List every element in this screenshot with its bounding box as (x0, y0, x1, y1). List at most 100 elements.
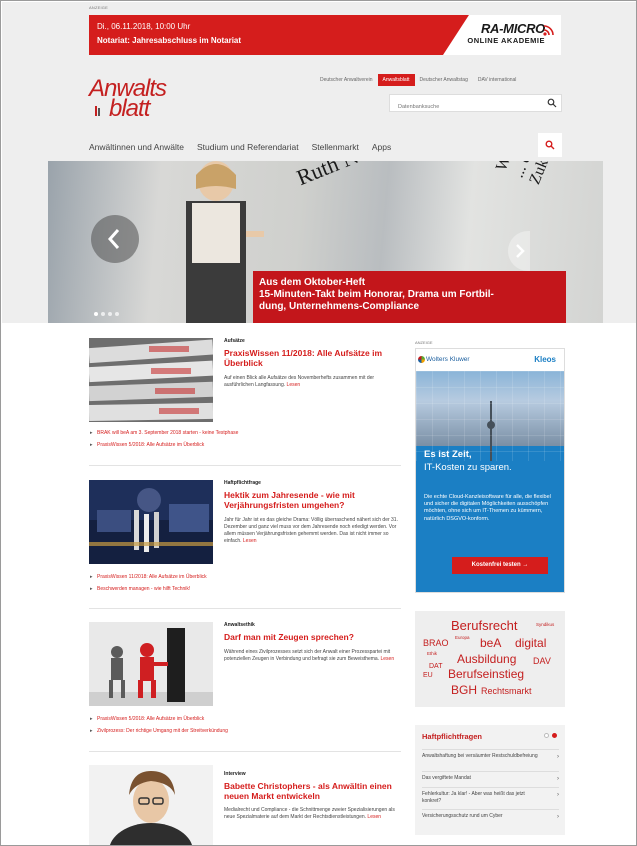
tag[interactable]: Berufseinstieg (448, 668, 524, 680)
tag[interactable]: EU (423, 672, 433, 679)
tag[interactable]: Berufsrecht (451, 619, 517, 632)
slider-next-button[interactable] (508, 231, 530, 271)
haftpflicht-item[interactable]: Versicherungsschutz rund um Cyber › (422, 809, 559, 827)
hero-caption[interactable]: Aus dem Oktober-Heft 15-Minuten-Takt bei… (253, 271, 566, 323)
chevron-right-icon: › (557, 814, 559, 820)
tag[interactable]: beA (480, 637, 501, 649)
haftpflicht-item[interactable]: Anwaltshaftung bei versäumter Restschuld… (422, 749, 559, 771)
brand-name: RA-MICRO (480, 21, 545, 36)
related-link[interactable]: Zivilprozess: Der richtige Umgang mit de… (89, 728, 401, 734)
haftpflicht-item-label: Versicherungsschutz rund um Cyber (422, 813, 503, 819)
article-teaser: Haftpflichtfrage Hektik zum Jahresende -… (89, 480, 401, 564)
ad-cta-button[interactable]: Kostenfrei testen → (452, 557, 548, 574)
read-more-link[interactable]: Lesen (287, 382, 301, 388)
tag[interactable]: DAV (533, 657, 551, 666)
pager-dot[interactable] (544, 733, 549, 738)
slider-dot[interactable] (115, 312, 119, 316)
hero-caption-line1: Aus dem Oktober-Heft (259, 277, 366, 288)
top-nav-anwaltsblatt[interactable]: Anwaltsblatt (377, 74, 415, 86)
hero-caption-line3: dung, Unternehmens-Compliance (259, 301, 420, 312)
brand-sub: ONLINE AKADEMIE (467, 36, 545, 45)
tag[interactable]: Rechtsmarkt (481, 687, 532, 696)
chevron-right-icon (516, 244, 525, 258)
article-title[interactable]: Hektik zum Jahresende - wie mit Verjähru… (224, 490, 401, 510)
search-icon[interactable] (547, 98, 557, 108)
main-nav-studium[interactable]: Studium und Referendariat (197, 142, 299, 152)
ad-label: ANZEIGE (89, 5, 108, 10)
slider-prev-button[interactable] (91, 215, 139, 263)
search-box (389, 94, 562, 115)
article-thumbnail[interactable] (89, 765, 213, 846)
ad-subheadline: IT-Kosten zu sparen. (424, 462, 512, 473)
hero-person-image (186, 161, 264, 323)
tag[interactable]: DAT (429, 663, 442, 670)
slider-dot[interactable] (94, 312, 98, 316)
article-text: Jahr für Jahr ist es das gleiche Drama: … (224, 517, 401, 545)
ad-headline: Es ist Zeit, (424, 449, 472, 460)
related-link[interactable]: BRAK will beA am 3. September 2018 start… (89, 430, 401, 436)
hero-paper-text-right: Wir finden sind ... der ... Zukunftsrese… (493, 161, 585, 187)
page-frame: ANZEIGE Di., 06.11.2018, 10:00 Uhr Notar… (0, 0, 637, 846)
slider-dots (94, 312, 119, 316)
read-more-link[interactable]: Lesen (243, 538, 257, 544)
main-nav: Anwältinnen und Anwälte Studium und Refe… (89, 142, 391, 152)
site-logo[interactable]: Anwalts blatt (89, 77, 167, 121)
top-nav: Deutscher Anwaltverein Anwaltsblatt Deut… (315, 74, 521, 86)
related-link[interactable]: PraxisWissen 11/2018: Alle Aufsätze im Ü… (89, 574, 401, 580)
tag[interactable]: digital (515, 637, 546, 649)
search-icon (545, 140, 555, 150)
ad-product: Kleos (534, 355, 556, 364)
slider-dot[interactable] (108, 312, 112, 316)
tag[interactable]: Europa (455, 635, 470, 641)
haftpflicht-item[interactable]: Das vergiftete Mandat › (422, 771, 559, 787)
tag[interactable]: Ausbildung (457, 653, 516, 665)
logo-mark-icon (95, 106, 100, 116)
search-input[interactable] (390, 99, 530, 115)
haftpflicht-title: Haftpflichtfragen (422, 732, 482, 741)
slider-dot[interactable] (101, 312, 105, 316)
article-title[interactable]: PraxisWissen 11/2018: Alle Aufsätze im Ü… (224, 348, 401, 368)
sidebar-ad[interactable]: Wolters Kluwer Kleos Es ist Zeit, IT-Kos… (415, 348, 565, 593)
banner-date: Di., 06.11.2018, 10:00 Uhr (97, 22, 191, 31)
haftpflicht-item-label: Fehlerkultur: Ja klar! - Aber was heißt … (422, 791, 525, 804)
haftpflicht-pager (544, 733, 557, 738)
divider (89, 608, 401, 609)
chevron-right-icon: › (557, 754, 559, 760)
article-text: Während eines Zivilprozesses setzt sich … (224, 649, 401, 663)
article-category: Aufsätze (224, 338, 245, 344)
top-nav-dav-international[interactable]: DAV international (473, 74, 522, 86)
tag-cloud: Berufsrecht Syndikus BRAO Europa beA dig… (415, 611, 565, 707)
haftpflicht-item[interactable]: Fehlerkultur: Ja klar! - Aber was heißt … (422, 787, 559, 809)
article-title[interactable]: Babette Christophers - als Anwältin eine… (224, 781, 401, 801)
article-thumbnail[interactable] (89, 622, 213, 706)
hero-slider[interactable]: Ruth No… Die Kombi Wir finden sind ... d… (48, 161, 603, 323)
tag[interactable]: Ethik (427, 651, 437, 657)
chevron-left-icon (107, 229, 120, 249)
article-thumbnail[interactable] (89, 338, 213, 422)
tag[interactable]: BGH (451, 684, 477, 696)
main-nav-apps[interactable]: Apps (372, 142, 391, 152)
main-nav-anwaelte[interactable]: Anwältinnen und Anwälte (89, 142, 184, 152)
tag[interactable]: Syndikus (536, 622, 554, 628)
tag[interactable]: BRAO (423, 639, 449, 648)
top-nav-dav[interactable]: Deutscher Anwaltverein (315, 74, 378, 86)
article-category: Haftpflichtfrage (224, 480, 261, 486)
pager-dot[interactable] (552, 733, 557, 738)
article-title[interactable]: Darf man mit Zeugen sprechen? (224, 632, 401, 642)
main-search-button[interactable] (538, 133, 562, 157)
related-link[interactable]: PraxisWissen 5/2018: Alle Aufsätze im Üb… (89, 716, 401, 722)
read-more-link[interactable]: Lesen (381, 656, 395, 662)
related-link[interactable]: Beschwerden managen - wie hilft Technik! (89, 586, 401, 592)
main-nav-stellenmarkt[interactable]: Stellenmarkt (312, 142, 359, 152)
article-teaser: Aufsätze PraxisWissen 11/2018: Alle Aufs… (89, 338, 401, 422)
read-more-link[interactable]: Lesen (367, 814, 381, 820)
related-links: BRAK will beA am 3. September 2018 start… (89, 430, 401, 454)
top-nav-anwaltstag[interactable]: Deutscher Anwaltstag (415, 74, 473, 86)
related-link[interactable]: PraxisWissen 5/2018: Alle Aufsätze im Üb… (89, 442, 401, 448)
article-teaser: Anwaltsethik Darf man mit Zeugen spreche… (89, 622, 401, 706)
article-text: Auf einen Blick alle Aufsätze des Novemb… (224, 375, 401, 389)
divider (89, 465, 401, 466)
signal-icon (543, 25, 554, 36)
article-thumbnail[interactable] (89, 480, 213, 564)
ad-banner[interactable]: Di., 06.11.2018, 10:00 Uhr Notariat: Jah… (89, 15, 561, 55)
